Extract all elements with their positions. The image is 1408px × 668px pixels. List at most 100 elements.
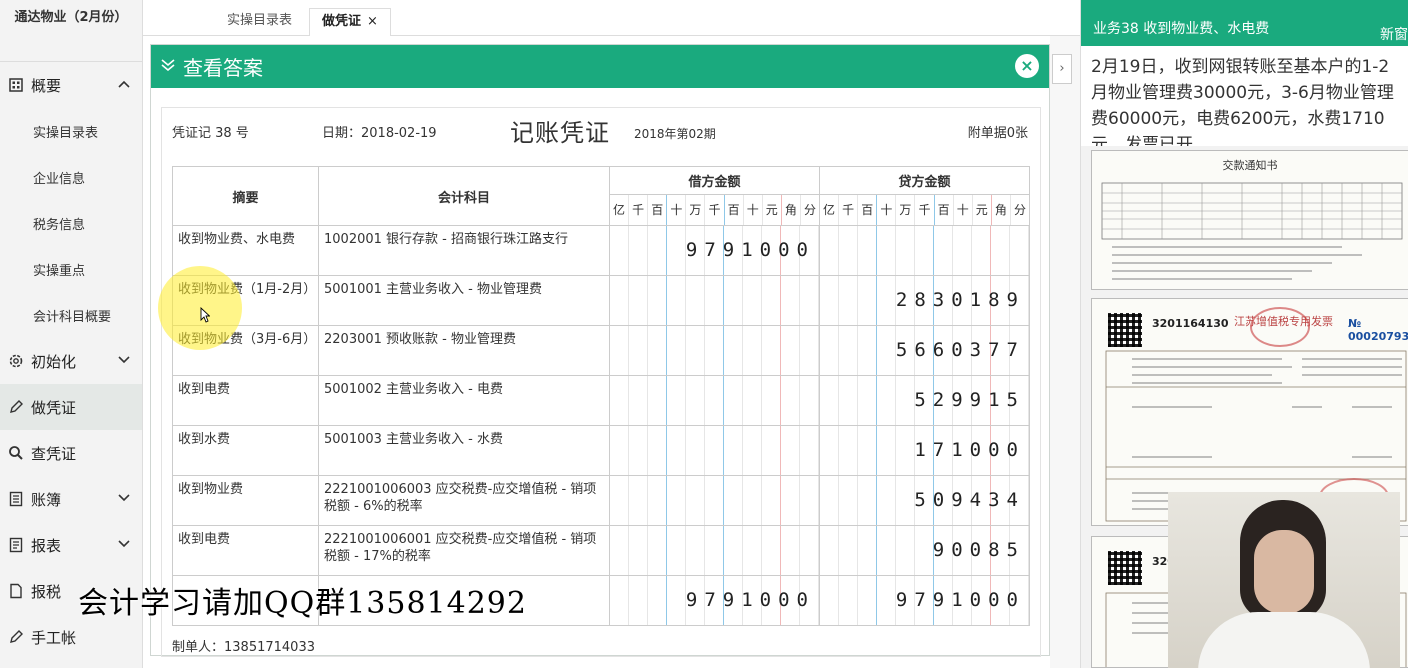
chevron-right-icon[interactable]: › xyxy=(1052,54,1072,84)
row-credit-value: 5660377 xyxy=(895,339,1025,361)
tab-bar: 实操目录表 做凭证 × xyxy=(143,0,1080,36)
unit-label: 分 xyxy=(1013,203,1026,217)
invoice-stamp xyxy=(1250,307,1310,347)
unit-label: 元 xyxy=(973,195,992,225)
nav-init-label: 初始化 xyxy=(31,352,77,371)
chevron-down-icon xyxy=(118,537,130,551)
business-title: 业务38 收到物业费、水电费 新窗 xyxy=(1081,0,1408,46)
close-button[interactable]: × xyxy=(1015,54,1039,78)
nav-accounts-overview[interactable]: 会计科目概要 xyxy=(0,292,142,338)
voucher-rows: 收到物业费、水电费 1002001 银行存款 - 招商银行珠江路支行 9791000… xyxy=(172,225,1030,576)
row-debit xyxy=(609,425,820,476)
nav-reports[interactable]: 报表 xyxy=(0,522,142,568)
panel-header: 查看答案 × xyxy=(151,45,1049,88)
payment-notice-image[interactable]: 交款通知书 xyxy=(1091,150,1408,290)
book-icon xyxy=(8,491,24,507)
header-debit: 借方金额 xyxy=(609,166,820,195)
unit-label: 千 xyxy=(839,195,859,225)
unit-label: 角 xyxy=(782,195,801,225)
row-debit xyxy=(609,275,820,326)
row-credit: 171000 xyxy=(819,425,1030,476)
sidebar: 通达物业（2月份） 概要 实操目录表 企业信息 税务信息 实操重点 会计科目概要… xyxy=(0,0,143,668)
row-debit-value xyxy=(610,426,819,475)
total-debit-value: 9791000 xyxy=(685,589,815,611)
voucher-row: 收到物业费（1月-2月） 5001001 主营业务收入 - 物业管理费 283018… xyxy=(172,275,1030,326)
unit-label: 百 xyxy=(725,195,744,225)
nav-query-voucher[interactable]: 查凭证 xyxy=(0,430,142,476)
qr-code-icon xyxy=(1108,313,1142,347)
row-credit: 2830189 xyxy=(819,275,1030,326)
row-debit: 9791000 xyxy=(609,225,820,276)
row-summary: 收到物业费 xyxy=(172,475,319,526)
row-credit-value: 90085 xyxy=(932,539,1025,561)
voucher-date: 日期：2018-02-19 xyxy=(322,126,437,141)
row-account: 2221001006001 应交税费-应交增值税 - 销项税额 - 17%的税率 xyxy=(318,525,610,576)
row-account: 5001001 主营业务收入 - 物业管理费 xyxy=(318,275,610,326)
voucher-maker: 制单人：13851714033 xyxy=(172,640,315,655)
voucher-row: 收到物业费（3月-6月） 2203001 预收账款 - 物业管理费 5660377 xyxy=(172,325,1030,376)
row-summary: 收到水费 xyxy=(172,425,319,476)
row-debit-value xyxy=(610,376,819,425)
total-debit: 9791000 xyxy=(609,575,820,626)
row-debit-value: 9791000 xyxy=(685,239,815,261)
chevron-up-icon xyxy=(118,77,130,91)
nav-company-info[interactable]: 企业信息 xyxy=(0,154,142,200)
search-icon xyxy=(8,445,24,461)
tab-make-voucher[interactable]: 做凭证 × xyxy=(309,8,391,36)
unit-label: 千 xyxy=(629,195,649,225)
unit-label: 千 xyxy=(705,195,725,225)
nav-key-points[interactable]: 实操重点 xyxy=(0,246,142,292)
tab-make-voucher-label: 做凭证 xyxy=(322,14,362,29)
business-title-text: 业务38 收到物业费、水电费 xyxy=(1093,21,1270,37)
presenter-body xyxy=(1198,612,1370,668)
credit-units: 亿千百十万千百十元角分 xyxy=(819,194,1030,226)
unit-label: 亿 xyxy=(610,195,630,225)
business-description: 2月19日，收到网银转账至基本户的1-2月物业管理费30000元，3-6月物业管… xyxy=(1081,46,1408,146)
presenter-face xyxy=(1254,530,1314,614)
nav-catalog[interactable]: 实操目录表 xyxy=(0,108,142,154)
watermark-text: 会计学习请加QQ群135814292 xyxy=(78,586,527,621)
row-debit xyxy=(609,525,820,576)
voucher-header: 凭证记 38 号 日期：2018-02-19 记账凭证 2018年第02期 附单… xyxy=(162,108,1040,166)
nav-init[interactable]: 初始化 xyxy=(0,338,142,384)
row-account: 2203001 预收账款 - 物业管理费 xyxy=(318,325,610,376)
tab-catalog[interactable]: 实操目录表 xyxy=(215,8,304,36)
unit-label: 十 xyxy=(667,195,687,225)
cursor-icon xyxy=(200,307,210,323)
row-credit: 5660377 xyxy=(819,325,1030,376)
total-credit: 9791000 xyxy=(819,575,1030,626)
qr-code-icon xyxy=(1108,551,1142,585)
row-debit xyxy=(609,475,820,526)
row-credit xyxy=(819,225,1030,276)
nav-tax-info[interactable]: 税务信息 xyxy=(0,200,142,246)
pen-icon xyxy=(8,629,24,645)
company-name: 通达物业（2月份） xyxy=(0,0,142,62)
chevron-down-icon xyxy=(161,58,175,75)
debit-unit-row: 亿千百十万千百十元角分 xyxy=(610,195,819,225)
voucher-row: 收到电费 5001002 主营业务收入 - 电费 529915 xyxy=(172,375,1030,426)
nav-ledger[interactable]: 账簿 xyxy=(0,476,142,522)
nav-manual-ledger-label: 手工帐 xyxy=(31,628,77,647)
voucher-attachments: 附单据0张 xyxy=(967,126,1028,141)
nav-reports-label: 报表 xyxy=(31,536,62,555)
row-debit xyxy=(609,325,820,376)
header-credit: 贷方金额 xyxy=(819,166,1030,195)
nav-make-voucher[interactable]: 做凭证 xyxy=(0,384,142,430)
invoice-code: 3201164130 xyxy=(1152,317,1229,330)
gear-icon xyxy=(8,353,24,369)
credit-unit-row: 亿千百十万千百十元角分 xyxy=(820,195,1029,225)
unit-label: 元 xyxy=(763,195,782,225)
row-debit-value xyxy=(610,476,819,525)
row-credit: 90085 xyxy=(819,525,1030,576)
nav-make-voucher-label: 做凭证 xyxy=(31,398,77,417)
invoice-number: № 00020793 xyxy=(1348,317,1408,343)
row-credit: 509434 xyxy=(819,475,1030,526)
row-account: 2221001006003 应交税费-应交增值税 - 销项税额 - 6%的税率 xyxy=(318,475,610,526)
new-window-link[interactable]: 新窗 xyxy=(1380,24,1408,44)
voucher-row: 收到电费 2221001006001 应交税费-应交增值税 - 销项税额 - 17… xyxy=(172,525,1030,576)
voucher-period: 2018年第02期 xyxy=(634,127,716,141)
row-debit-value xyxy=(610,276,819,325)
nav-overview[interactable]: 概要 xyxy=(0,62,142,108)
row-credit: 529915 xyxy=(819,375,1030,426)
close-icon[interactable]: × xyxy=(367,14,378,29)
